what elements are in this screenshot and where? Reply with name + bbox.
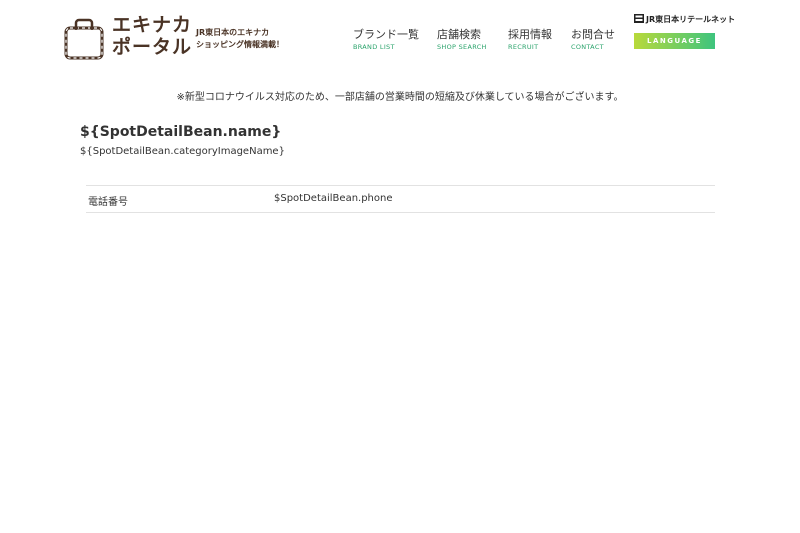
- nav-item-brand-list[interactable]: ブランド一覧 BRAND LIST: [353, 28, 419, 52]
- spot-category-text: ${SpotDetailBean.categoryImageName}: [80, 146, 285, 157]
- page: エキナカ ポータル JR東日本のエキナカ ショッピング情報満載！ ブランド一覧 …: [0, 0, 800, 533]
- nav-item-recruit[interactable]: 採用情報 RECRUIT: [508, 28, 552, 52]
- language-button[interactable]: LANGUAGE: [634, 33, 715, 49]
- site-header: エキナカ ポータル JR東日本のエキナカ ショッピング情報満載！ ブランド一覧 …: [0, 0, 800, 70]
- nav-item-shop-search[interactable]: 店舗検索 SHOP SEARCH: [437, 28, 487, 52]
- nav-item-label: お問合せ: [571, 28, 615, 41]
- nav-item-sublabel: SHOP SEARCH: [437, 43, 487, 51]
- nav-item-sublabel: CONTACT: [571, 43, 604, 51]
- info-value-phone: $SpotDetailBean.phone: [274, 193, 393, 204]
- jr-logo-icon: [634, 14, 644, 23]
- spot-info-table: 電話番号 $SpotDetailBean.phone: [86, 185, 715, 213]
- spot-name-heading: ${SpotDetailBean.name}: [80, 124, 282, 140]
- retail-net-link[interactable]: JR東日本リテールネット: [634, 14, 735, 25]
- retail-net-label: JR東日本リテールネット: [646, 15, 736, 24]
- info-label-phone: 電話番号: [88, 197, 128, 208]
- nav-item-sublabel: BRAND LIST: [353, 43, 395, 51]
- nav-item-label: 店舗検索: [437, 28, 481, 41]
- nav-item-label: 採用情報: [508, 28, 552, 41]
- nav-item-label: ブランド一覧: [353, 28, 419, 41]
- nav-item-contact[interactable]: お問合せ CONTACT: [571, 28, 615, 52]
- nav-item-sublabel: RECRUIT: [508, 43, 539, 51]
- covid-notice: ※新型コロナウイルス対応のため、一部店舗の営業時間の短縮及び休業している場合がご…: [176, 92, 624, 103]
